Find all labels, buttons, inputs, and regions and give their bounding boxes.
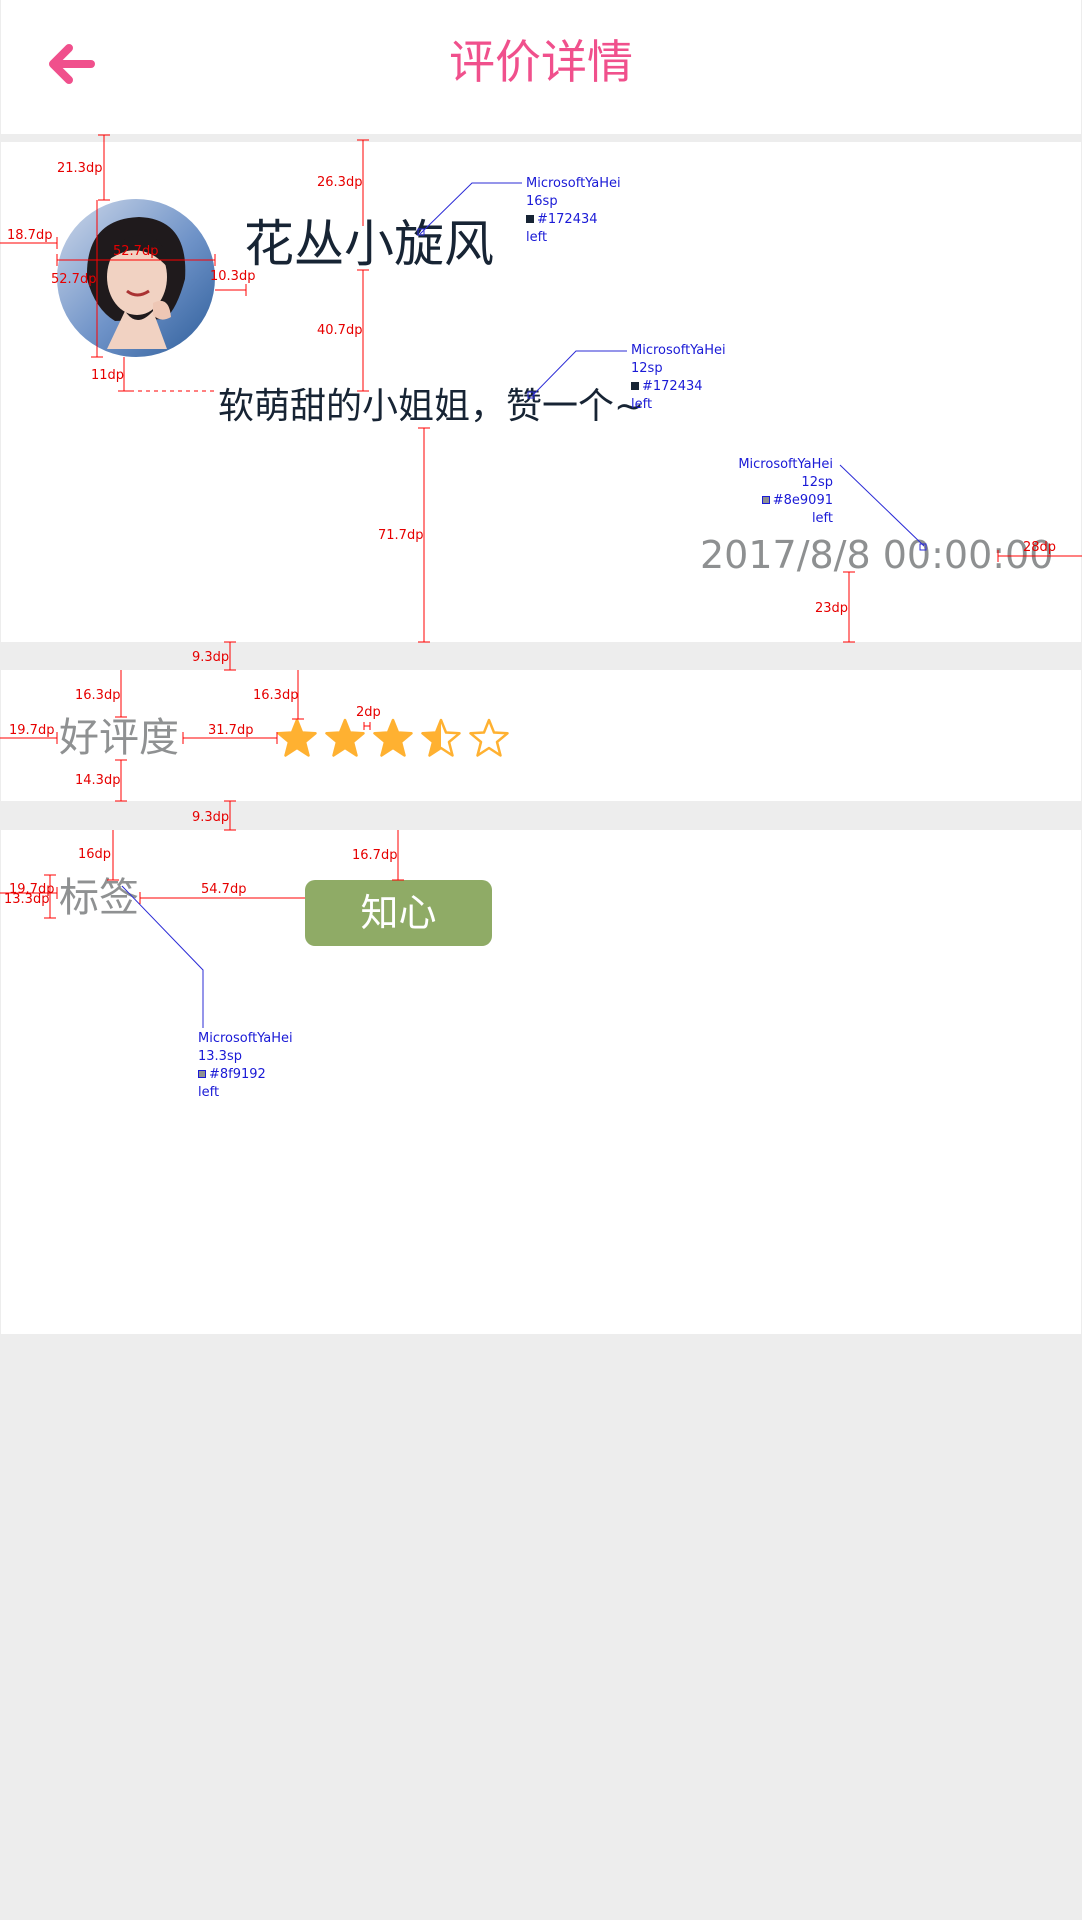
spec-font: MicrosoftYaHei bbox=[198, 1031, 293, 1046]
spec-box-label: MicrosoftYaHei 13.3sp #8f9192 left bbox=[198, 1030, 293, 1102]
dim-label: 16dp bbox=[78, 847, 112, 862]
dim-label: 16.7dp bbox=[352, 848, 398, 863]
spec-size: 12sp bbox=[801, 475, 833, 490]
spec-align: left bbox=[198, 1085, 220, 1100]
dim-label: 2dp bbox=[356, 705, 381, 720]
dim-label: 13.3dp bbox=[4, 892, 50, 907]
dim-label: 31.7dp bbox=[208, 723, 254, 738]
spec-color: #8f9192 bbox=[209, 1067, 266, 1082]
dim-label: 26.3dp bbox=[317, 175, 363, 190]
dim-label: 14.3dp bbox=[75, 773, 121, 788]
spec-color: #172434 bbox=[537, 212, 598, 227]
spec-size: 13.3sp bbox=[198, 1049, 242, 1064]
spec-color: #172434 bbox=[642, 379, 703, 394]
spec-font: MicrosoftYaHei bbox=[526, 176, 621, 191]
dim-label: 9.3dp bbox=[192, 650, 230, 665]
color-swatch bbox=[198, 1070, 206, 1078]
spec-color: #8e9091 bbox=[772, 493, 833, 508]
spec-font: MicrosoftYaHei bbox=[631, 343, 726, 358]
dim-label: 54.7dp bbox=[201, 882, 247, 897]
dim-label: 10.3dp bbox=[210, 269, 256, 284]
spec-box-name: MicrosoftYaHei 16sp #172434 left bbox=[526, 175, 621, 247]
color-swatch bbox=[761, 496, 770, 504]
dim-label: 28dp bbox=[1023, 540, 1057, 555]
dim-label: 19.7dp bbox=[9, 723, 55, 738]
dim-label: 16.3dp bbox=[75, 688, 121, 703]
dim-label: 21.3dp bbox=[57, 161, 103, 176]
dim-label: 16.3dp bbox=[253, 688, 299, 703]
color-swatch bbox=[526, 215, 534, 223]
annotation-overlay bbox=[0, 134, 1082, 1028]
spec-align: left bbox=[811, 511, 833, 526]
dim-label: 18.7dp bbox=[7, 228, 53, 243]
spec-font: MicrosoftYaHei bbox=[738, 457, 833, 472]
dim-label: 52.7dp bbox=[51, 272, 97, 287]
spec-size: 12sp bbox=[631, 361, 663, 376]
dim-label: 40.7dp bbox=[317, 323, 363, 338]
spec-box-comment: MicrosoftYaHei 12sp #172434 left bbox=[631, 342, 726, 414]
spec-align: left bbox=[526, 230, 548, 245]
spec-box-date: MicrosoftYaHei 12sp #8e9091 left bbox=[720, 456, 833, 528]
dim-label: 52.7dp bbox=[113, 244, 159, 259]
color-swatch bbox=[631, 382, 639, 390]
dim-label: 23dp bbox=[815, 601, 849, 616]
dim-label: 71.7dp bbox=[378, 528, 424, 543]
dim-label: 9.3dp bbox=[192, 810, 230, 825]
spec-size: 16sp bbox=[526, 194, 558, 209]
dim-label: 11dp bbox=[91, 368, 125, 383]
spec-align: left bbox=[631, 397, 653, 412]
